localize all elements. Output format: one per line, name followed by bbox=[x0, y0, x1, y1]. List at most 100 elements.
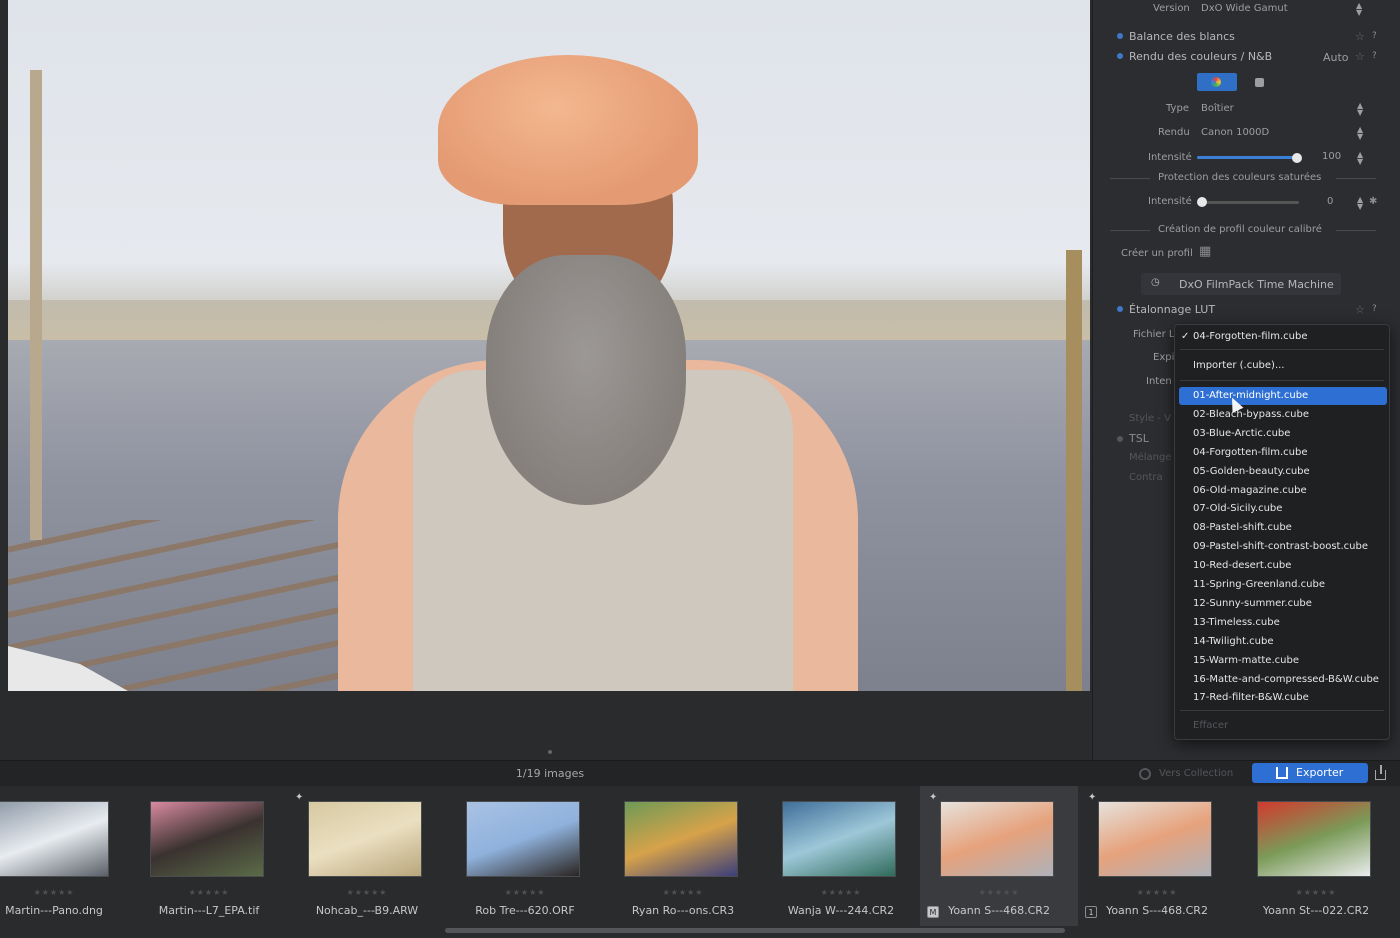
color-render-dot-icon[interactable] bbox=[1117, 53, 1123, 59]
rating-stars[interactable]: ★★★★★ bbox=[0, 888, 133, 897]
filmstrip-thumbnail[interactable]: ★★★★★ Martin---Pano.dng bbox=[0, 786, 133, 926]
thumbnail-filename: Nohcab_---B9.ARW bbox=[315, 904, 419, 917]
tsl-dot-icon[interactable] bbox=[1117, 436, 1123, 442]
lut-menu-item[interactable]: 02-Bleach-bypass.cube bbox=[1179, 406, 1387, 424]
thumbnail-image[interactable] bbox=[1098, 801, 1212, 877]
thumbnail-filename: Ryan Ro---ons.CR3 bbox=[631, 904, 735, 917]
thumbnail-image[interactable] bbox=[0, 801, 109, 877]
lut-menu-item[interactable]: 16-Matte-and-compressed-B&W.cube bbox=[1179, 671, 1387, 689]
render-select-chevron-icon[interactable]: ▲ ▼ bbox=[1357, 126, 1363, 141]
color-mode-toggle[interactable] bbox=[1197, 73, 1237, 91]
lut-title[interactable]: Étalonnage LUT bbox=[1129, 303, 1215, 316]
color-render-help-icon[interactable]: ? bbox=[1372, 51, 1377, 61]
thumbnail-image[interactable] bbox=[940, 801, 1054, 877]
filmstrip-scrollbar[interactable] bbox=[445, 928, 1065, 933]
style-label: Style - V bbox=[1129, 413, 1171, 424]
lut-menu-item[interactable]: 07-Old-Sicily.cube bbox=[1179, 500, 1387, 518]
create-profile-label: Créer un profil bbox=[1121, 248, 1193, 259]
thumbnail-image[interactable] bbox=[308, 801, 422, 877]
rating-stars[interactable]: ★★★★★ bbox=[604, 888, 762, 897]
sat-intensity-value[interactable]: 0 bbox=[1327, 196, 1333, 207]
intensity-stepper-icon[interactable]: ▲ ▼ bbox=[1357, 151, 1363, 166]
filmstrip[interactable]: ★★★★★ Martin---Pano.dng ★★★★★ Martin---L7_E… bbox=[0, 786, 1400, 938]
menu-divider bbox=[1180, 380, 1384, 381]
lut-intensity-label: Inten bbox=[1146, 376, 1172, 387]
thumbnail-image[interactable] bbox=[1257, 801, 1371, 877]
type-select[interactable]: Boîtier bbox=[1201, 103, 1234, 114]
image-viewer[interactable] bbox=[0, 0, 1092, 760]
sat-intensity-stepper-icon[interactable]: ▲ ▼ bbox=[1357, 196, 1363, 211]
lut-menu-item[interactable]: 09-Pastel-shift-contrast-boost.cube bbox=[1179, 538, 1387, 556]
rating-stars[interactable]: ★★★★★ bbox=[1078, 888, 1236, 897]
lut-import-item[interactable]: Importer (.cube)... bbox=[1179, 357, 1387, 375]
lut-current-item[interactable]: ✓ 04-Forgotten-film.cube bbox=[1179, 328, 1387, 346]
thumbnail-filename: Wanja W---244.CR2 bbox=[787, 904, 895, 917]
rating-stars[interactable]: ★★★★★ bbox=[446, 888, 604, 897]
filmstrip-thumbnail[interactable]: ★★★★★ Nohcab_---B9.ARW bbox=[288, 786, 446, 926]
intensity-value[interactable]: 100 bbox=[1322, 151, 1341, 162]
filmstrip-thumbnail[interactable]: ★★★★★ Wanja W---244.CR2 bbox=[762, 786, 920, 926]
filmstrip-thumbnail[interactable]: ★★★★★ Yoann S---468.CR2 bbox=[920, 786, 1078, 926]
lut-menu-item[interactable]: 14-Twilight.cube bbox=[1179, 633, 1387, 651]
lut-menu-item[interactable]: 08-Pastel-shift.cube bbox=[1179, 519, 1387, 537]
color-wheel-icon bbox=[1211, 77, 1221, 87]
lut-menu-item[interactable]: 15-Warm-matte.cube bbox=[1179, 652, 1387, 670]
lut-dot-icon[interactable] bbox=[1117, 306, 1123, 312]
lut-menu-item[interactable]: 10-Red-desert.cube bbox=[1179, 557, 1387, 575]
white-balance-star-icon[interactable]: ☆ bbox=[1355, 30, 1365, 43]
filmstrip-thumbnail[interactable]: ★★★★★ Ryan Ro---ons.CR3 bbox=[604, 786, 762, 926]
rating-stars[interactable]: ★★★★★ bbox=[762, 888, 920, 897]
version-value[interactable]: DxO Wide Gamut bbox=[1201, 3, 1288, 14]
lut-menu-item[interactable]: 13-Timeless.cube bbox=[1179, 614, 1387, 632]
intensity-slider-knob[interactable] bbox=[1292, 153, 1302, 163]
type-select-chevron-icon[interactable]: ▲ ▼ bbox=[1357, 102, 1363, 117]
resize-handle[interactable] bbox=[548, 750, 552, 754]
sat-intensity-slider-track[interactable] bbox=[1197, 201, 1299, 204]
render-select[interactable]: Canon 1000D bbox=[1201, 127, 1269, 138]
sat-intensity-slider-knob[interactable] bbox=[1197, 197, 1207, 207]
thumbnail-image[interactable] bbox=[150, 801, 264, 877]
filmpack-time-machine-button[interactable]: ◷ DxO FilmPack Time Machine bbox=[1141, 273, 1341, 295]
lut-menu-item[interactable]: 06-Old-magazine.cube bbox=[1179, 482, 1387, 500]
white-balance-help-icon[interactable]: ? bbox=[1372, 31, 1377, 41]
bw-mode-toggle[interactable] bbox=[1250, 73, 1270, 91]
filmstrip-thumbnail[interactable]: ★★★★★ Rob Tre---620.ORF bbox=[446, 786, 604, 926]
version-label: Version bbox=[1153, 3, 1190, 14]
color-render-star-icon[interactable]: ☆ bbox=[1355, 50, 1365, 63]
export-button[interactable]: Exporter bbox=[1252, 763, 1368, 783]
filmstrip-thumbnail[interactable]: ★★★★★ Yoann S---468.CR2 bbox=[1078, 786, 1236, 926]
white-balance-dot-icon[interactable] bbox=[1117, 33, 1123, 39]
lut-menu-item[interactable]: 01-After-midnight.cube bbox=[1179, 387, 1387, 405]
tsl-title[interactable]: TSL bbox=[1129, 432, 1149, 445]
color-render-mode[interactable]: Auto bbox=[1323, 51, 1349, 64]
divider bbox=[1336, 230, 1376, 231]
lut-menu-item[interactable]: 05-Golden-beauty.cube bbox=[1179, 463, 1387, 481]
rating-stars[interactable]: ★★★★★ bbox=[1237, 888, 1395, 897]
rating-stars[interactable]: ★★★★★ bbox=[130, 888, 288, 897]
collection-icon bbox=[1139, 768, 1151, 780]
calendar-grid-icon[interactable]: ▦ bbox=[1199, 244, 1211, 259]
lut-menu-item[interactable]: 04-Forgotten-film.cube bbox=[1179, 444, 1387, 462]
saturation-protect-title: Protection des couleurs saturées bbox=[1158, 172, 1322, 183]
lut-menu-item[interactable]: 03-Blue-Arctic.cube bbox=[1179, 425, 1387, 443]
lut-help-icon[interactable]: ? bbox=[1372, 304, 1377, 314]
filmstrip-thumbnail[interactable]: ★★★★★ Martin---L7_EPA.tif bbox=[130, 786, 288, 926]
contrast-label: Contra bbox=[1129, 472, 1163, 483]
share-button[interactable] bbox=[1372, 764, 1390, 784]
lut-menu-item[interactable]: 17-Red-filter-B&W.cube bbox=[1179, 689, 1387, 707]
rating-stars[interactable]: ★★★★★ bbox=[288, 888, 446, 897]
main-photo[interactable] bbox=[8, 0, 1090, 691]
thumbnail-image[interactable] bbox=[782, 801, 896, 877]
thumbnail-image[interactable] bbox=[624, 801, 738, 877]
version-stepper-icon[interactable]: ▲ ▼ bbox=[1356, 2, 1362, 17]
lut-menu-item[interactable]: 11-Spring-Greenland.cube bbox=[1179, 576, 1387, 594]
picker-wand-icon[interactable]: ✱ bbox=[1369, 196, 1377, 207]
rating-stars[interactable]: ★★★★★ bbox=[920, 888, 1078, 897]
thumbnail-image[interactable] bbox=[466, 801, 580, 877]
lut-menu-item[interactable]: 12-Sunny-summer.cube bbox=[1179, 595, 1387, 613]
filmstrip-thumbnail[interactable]: ★★★★★ Yoann St---022.CR2 bbox=[1237, 786, 1395, 926]
color-render-title[interactable]: Rendu des couleurs / N&B bbox=[1129, 50, 1272, 63]
lut-star-icon[interactable]: ☆ bbox=[1355, 303, 1365, 316]
thumbnail-filename: Yoann S---468.CR2 bbox=[1106, 904, 1208, 917]
white-balance-title[interactable]: Balance des blancs bbox=[1129, 30, 1235, 43]
